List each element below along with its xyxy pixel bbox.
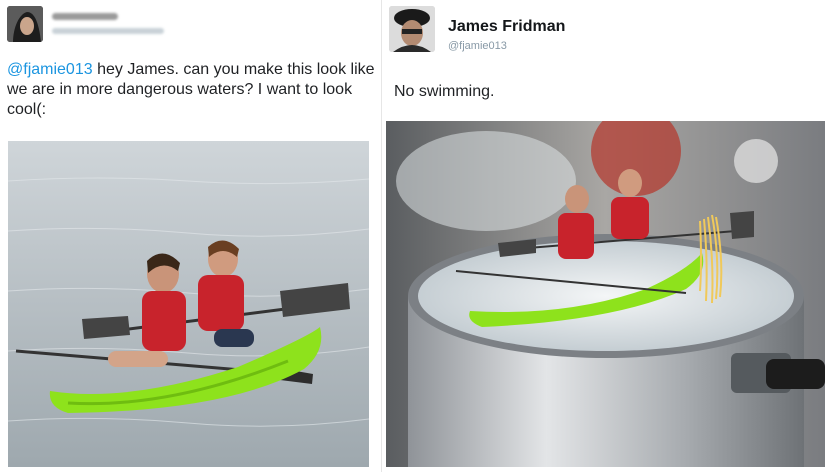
- author-name[interactable]: James Fridman: [448, 18, 565, 36]
- james-avatar[interactable]: [389, 6, 435, 52]
- user-avatar[interactable]: [7, 6, 43, 42]
- blurred-handle: [52, 28, 164, 34]
- mention-link[interactable]: @fjamie013: [7, 61, 93, 78]
- tweet-text: @fjamie013 hey James. can you make this …: [7, 60, 379, 120]
- original-kayak-photo[interactable]: [8, 141, 369, 467]
- right-tweet-panel: James Fridman @fjamie013 No swimming.: [386, 0, 825, 472]
- left-tweet-panel: @fjamie013 hey James. can you make this …: [0, 0, 380, 472]
- reply-text: No swimming.: [394, 83, 495, 100]
- blurred-display-name: [52, 13, 118, 20]
- panel-divider: [381, 0, 382, 472]
- edited-pot-photo[interactable]: [386, 121, 825, 467]
- author-handle[interactable]: @fjamie013: [448, 40, 507, 52]
